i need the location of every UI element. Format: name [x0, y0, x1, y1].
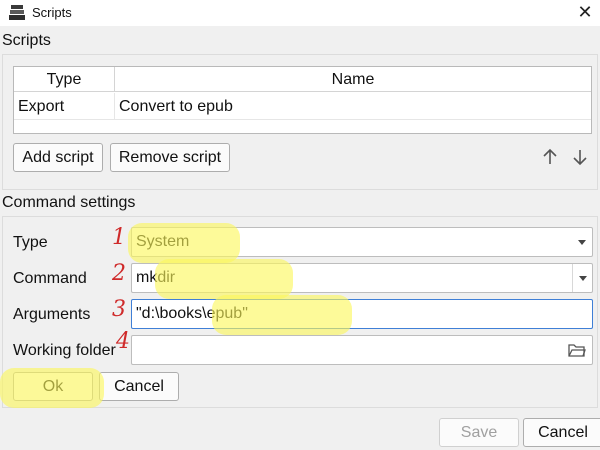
close-button[interactable]: ✕: [576, 2, 594, 22]
title-bar: Scripts ✕: [0, 0, 600, 26]
chevron-down-icon: [579, 276, 587, 281]
scripts-group-title: Scripts: [2, 32, 51, 49]
annotation-3: 3: [112, 297, 126, 322]
dialog-body: Scripts Type Name Export Convert to epub…: [0, 26, 600, 450]
annotation-1: 1: [112, 225, 126, 250]
table-header: Type Name: [14, 67, 591, 92]
app-icon: [9, 5, 25, 20]
type-label: Type: [13, 234, 48, 251]
ok-button[interactable]: Ok: [13, 372, 93, 401]
type-select[interactable]: System: [131, 227, 593, 257]
column-header-type[interactable]: Type: [14, 67, 115, 91]
window-title: Scripts: [32, 5, 72, 20]
annotation-2: 2: [112, 261, 126, 286]
column-header-name[interactable]: Name: [115, 67, 591, 91]
working-folder-input[interactable]: [131, 335, 593, 365]
working-folder-label: Working folder: [13, 342, 116, 359]
arrow-down-icon[interactable]: [570, 147, 590, 167]
save-button[interactable]: Save: [439, 418, 519, 447]
type-value: System: [136, 233, 190, 250]
chevron-down-icon: [578, 240, 586, 245]
folder-icon[interactable]: [568, 342, 586, 358]
arguments-input[interactable]: "d:\books\epub": [131, 299, 593, 329]
command-combobox[interactable]: mkdir: [131, 263, 593, 293]
command-dropdown-button[interactable]: [572, 264, 592, 292]
scripts-table[interactable]: Type Name Export Convert to epub: [13, 66, 592, 134]
command-settings-title: Command settings: [2, 194, 136, 211]
arguments-value: "d:\books\epub": [136, 305, 248, 322]
footer-cancel-button[interactable]: Cancel: [523, 418, 600, 447]
table-row[interactable]: Export Convert to epub: [14, 93, 591, 120]
command-label: Command: [13, 270, 87, 287]
type-dropdown-button[interactable]: [572, 228, 592, 256]
close-icon: ✕: [577, 2, 593, 22]
arguments-label: Arguments: [13, 306, 91, 323]
remove-script-button[interactable]: Remove script: [110, 143, 230, 172]
cancel-button[interactable]: Cancel: [99, 372, 179, 401]
add-script-button[interactable]: Add script: [13, 143, 103, 172]
row-type-cell[interactable]: Export: [14, 93, 115, 120]
annotation-4: 4: [116, 329, 130, 354]
command-value: mkdir: [136, 269, 176, 286]
row-name-cell[interactable]: Convert to epub: [115, 93, 591, 120]
arrow-up-icon[interactable]: [540, 147, 560, 167]
